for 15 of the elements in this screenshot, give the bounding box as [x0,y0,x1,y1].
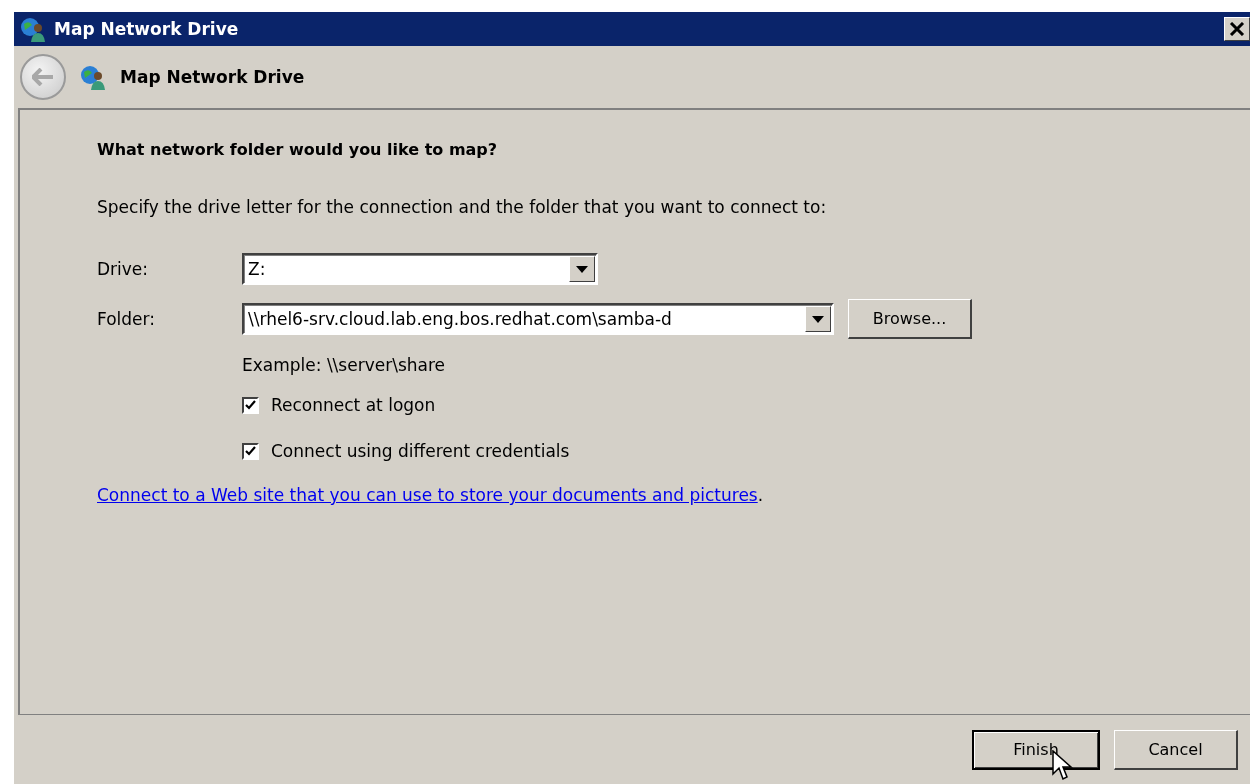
question-heading: What network folder would you like to map? [97,140,499,159]
window-title: Map Network Drive [54,19,240,39]
example-text: Example: \\server\share [242,355,446,375]
web-site-sentence: Connect to a Web site that you can use to store your documents and pictures. [97,485,765,505]
checkbox-label[interactable]: Reconnect at logon [271,395,436,415]
field-label: Drive: [97,259,150,279]
combo-field[interactable]: Z: [242,253,598,285]
wizard-title: Map Network Drive [120,67,305,87]
web-site-link[interactable]: Connect to a Web site that you can use to store your documents and pictures [97,485,758,505]
checkbox-label[interactable]: Connect using different credentials [271,441,570,461]
instruction-text: Specify the drive letter for the connection and the folder that you want to connect to: [97,197,828,217]
dialog-button[interactable]: Cancel [1114,729,1238,770]
field-label: Folder: [97,309,156,329]
browse-button[interactable]: Browse... [848,299,972,339]
combo-field[interactable]: \\rhel6-srv.cloud.lab.eng.bos.redhat.com\samba-d [242,303,834,335]
